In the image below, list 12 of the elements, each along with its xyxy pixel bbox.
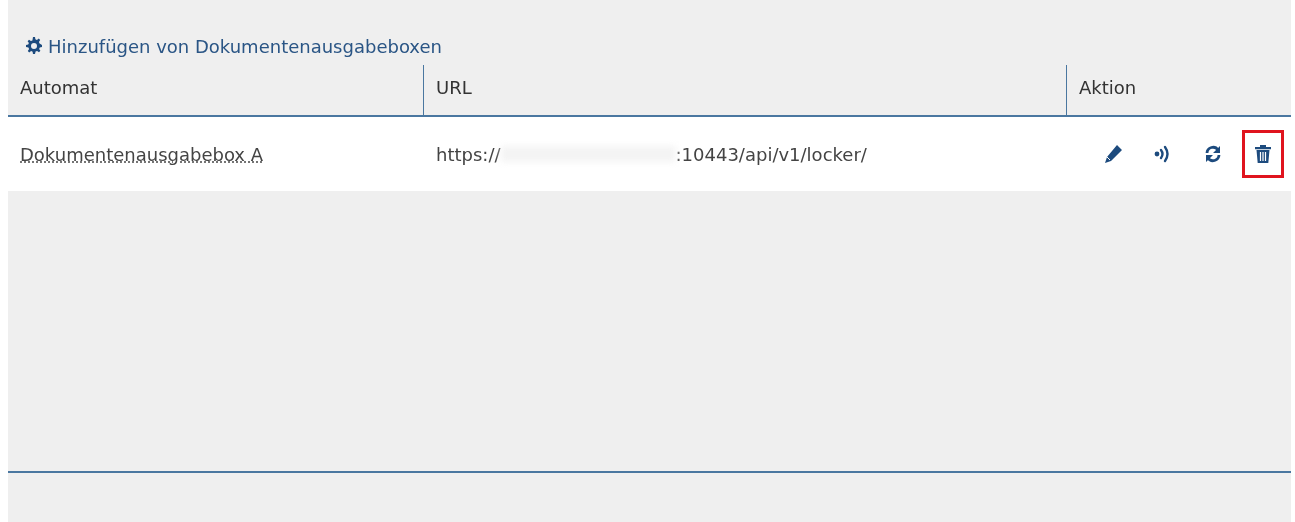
- gear-icon: [25, 37, 43, 55]
- column-header: Automat: [19, 76, 99, 100]
- refresh-icon: [1203, 144, 1223, 164]
- url-text: https://: [436, 143, 501, 165]
- trash-icon: [1253, 144, 1273, 164]
- delete-button[interactable]: [1242, 130, 1284, 178]
- automat-link[interactable]: Dokumentenausgabebox A: [20, 143, 264, 165]
- column-header: URL: [423, 65, 1066, 115]
- panel-title: Hinzufügen von Dokumentenausgabeboxen: [48, 35, 442, 57]
- url-text: :10443/api/v1/locker/: [675, 143, 867, 165]
- column-header: Aktion: [1066, 65, 1291, 115]
- pencil-icon: [1103, 144, 1123, 164]
